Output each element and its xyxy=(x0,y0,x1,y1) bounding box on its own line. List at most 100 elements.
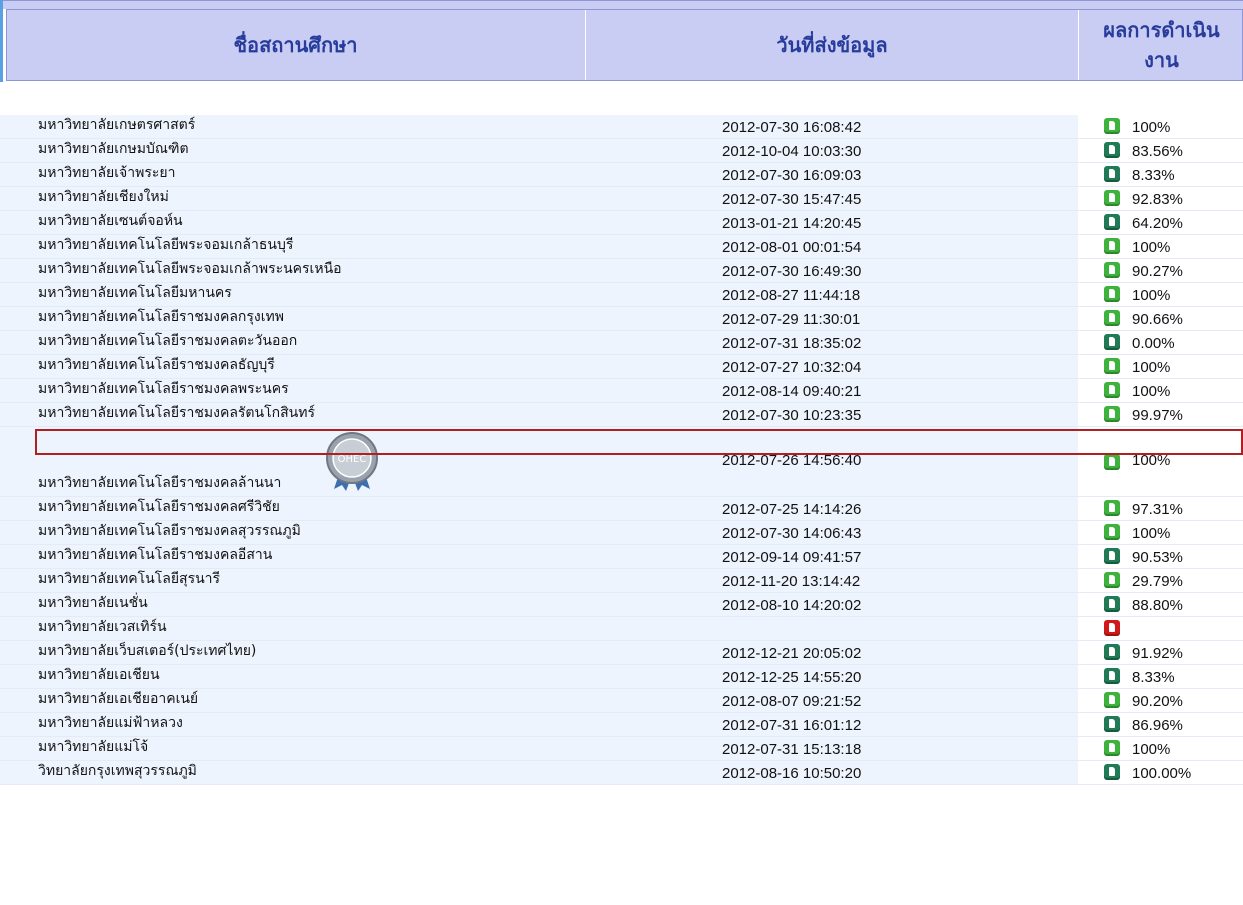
result-percent: 0.00% xyxy=(1132,335,1175,352)
send-date: 2012-07-31 18:35:02 xyxy=(722,335,862,352)
table-row: มหาวิทยาลัยเทคโนโลยีพระจอมเกล้าธนบุรี 201… xyxy=(0,235,1243,259)
status-green-icon[interactable] xyxy=(1104,382,1120,398)
send-date: 2012-07-26 14:56:40 xyxy=(722,452,862,469)
send-date: 2012-12-25 14:55:20 xyxy=(722,669,862,686)
send-date: 2012-07-30 14:06:43 xyxy=(722,525,862,542)
status-teal-icon[interactable] xyxy=(1104,716,1120,732)
institution-name[interactable]: มหาวิทยาลัยเอเชียน xyxy=(38,664,160,686)
status-green-icon[interactable] xyxy=(1104,286,1120,302)
header-result-label: ผลการดำเนินงาน xyxy=(1103,18,1220,72)
send-date: 2012-12-21 20:05:02 xyxy=(722,645,862,662)
institution-name[interactable]: มหาวิทยาลัยเทคโนโลยีสุรนารี xyxy=(38,568,220,590)
page-heading-strip xyxy=(0,0,1243,9)
institution-name[interactable]: มหาวิทยาลัยเกษตรศาสตร์ xyxy=(38,114,195,136)
result-percent: 64.20% xyxy=(1132,215,1183,232)
institution-name[interactable]: มหาวิทยาลัยเทคโนโลยีราชมงคลธัญบุรี xyxy=(38,354,275,376)
svg-text:OHEC: OHEC xyxy=(338,454,367,465)
status-green-icon[interactable] xyxy=(1104,238,1120,254)
institution-name[interactable]: มหาวิทยาลัยเทคโนโลยีราชมงคลรัตนโกสินทร์ xyxy=(38,402,315,424)
table-row: มหาวิทยาลัยเว็บสเตอร์(ประเทศไทย) 2012-12-… xyxy=(0,641,1243,665)
institution-name[interactable]: มหาวิทยาลัยเทคโนโลยีราชมงคลตะวันออก xyxy=(38,330,297,352)
institution-name[interactable]: มหาวิทยาลัยเจ้าพระยา xyxy=(38,162,175,184)
institution-name[interactable]: มหาวิทยาลัยเซนต์จอห์น xyxy=(38,210,183,232)
result-percent: 100% xyxy=(1132,359,1171,376)
institution-name[interactable]: มหาวิทยาลัยเอเชียอาคเนย์ xyxy=(38,688,198,710)
status-teal-icon[interactable] xyxy=(1104,764,1120,780)
status-green-icon[interactable] xyxy=(1104,358,1120,374)
header-institution: ชื่อสถานศึกษา xyxy=(233,33,358,57)
status-green-icon[interactable] xyxy=(1104,406,1120,422)
institution-name[interactable]: มหาวิทยาลัยเทคโนโลยีมหานคร xyxy=(38,282,232,304)
status-green-icon[interactable] xyxy=(1104,118,1120,134)
institution-name[interactable]: มหาวิทยาลัยเกษมบัณฑิต xyxy=(38,138,189,160)
send-date: 2012-07-25 14:14:26 xyxy=(722,501,862,518)
status-teal-icon[interactable] xyxy=(1104,668,1120,684)
institution-name[interactable]: มหาวิทยาลัยเทคโนโลยีราชมงคลพระนคร xyxy=(38,378,289,400)
status-green-icon[interactable] xyxy=(1104,740,1120,756)
institution-name[interactable]: มหาวิทยาลัยเทคโนโลยีราชมงคลศรีวิชัย xyxy=(38,496,280,518)
send-date: 2012-08-27 11:44:18 xyxy=(722,287,861,304)
status-teal-icon[interactable] xyxy=(1104,214,1120,230)
status-red-icon[interactable] xyxy=(1104,620,1120,636)
result-percent: 100% xyxy=(1132,119,1171,136)
status-teal-icon[interactable] xyxy=(1104,334,1120,350)
status-green-icon[interactable] xyxy=(1104,692,1120,708)
institution-name[interactable]: มหาวิทยาลัยเทคโนโลยีราชมงคลล้านนา xyxy=(38,472,281,494)
table-row: วิทยาลัยกรุงเทพสุวรรณภูมิ 2012-08-16 10:5… xyxy=(0,761,1243,785)
status-teal-icon[interactable] xyxy=(1104,548,1120,564)
institution-name[interactable]: มหาวิทยาลัยแม่โจ้ xyxy=(38,736,148,758)
status-teal-icon[interactable] xyxy=(1104,644,1120,660)
institution-name[interactable]: มหาวิทยาลัยเวสเทิร์น xyxy=(38,616,167,638)
status-teal-icon[interactable] xyxy=(1104,142,1120,158)
status-green-icon[interactable] xyxy=(1104,454,1120,470)
table-row: มหาวิทยาลัยเกษมบัณฑิต 2012-10-04 10:03:30… xyxy=(0,139,1243,163)
send-date: 2013-01-21 14:20:45 xyxy=(722,215,862,232)
send-date: 2012-07-27 10:32:04 xyxy=(722,359,862,376)
send-date: 2012-07-30 16:09:03 xyxy=(722,167,862,184)
table-header: ชื่อสถานศึกษา วันที่ส่งข้อมูล ผลการดำเนิ… xyxy=(6,9,1243,81)
status-green-icon[interactable] xyxy=(1104,190,1120,206)
institution-name[interactable]: มหาวิทยาลัยเทคโนโลยีพระจอมเกล้าธนบุรี xyxy=(38,234,293,256)
result-percent: 100% xyxy=(1132,525,1171,542)
send-date: 2012-09-14 09:41:57 xyxy=(722,549,862,566)
table-row: มหาวิทยาลัยเทคโนโลยีราชมงคลพระนคร 2012-08… xyxy=(0,379,1243,403)
result-percent: 8.33% xyxy=(1132,167,1175,184)
institution-name[interactable]: วิทยาลัยกรุงเทพสุวรรณภูมิ xyxy=(38,760,197,782)
table-row: มหาวิทยาลัยเนชั่น 2012-08-10 14:20:02 88.8… xyxy=(0,593,1243,617)
send-date: 2012-07-30 15:47:45 xyxy=(722,191,862,208)
table-row: มหาวิทยาลัยเทคโนโลยีมหานคร 2012-08-27 11:… xyxy=(0,283,1243,307)
table-row: มหาวิทยาลัยเทคโนโลยีราชมงคลสุวรรณภูมิ 201… xyxy=(0,521,1243,545)
result-percent: 83.56% xyxy=(1132,143,1183,160)
institution-name[interactable]: มหาวิทยาลัยเทคโนโลยีราชมงคลกรุงเทพ xyxy=(38,306,284,328)
institution-name[interactable]: มหาวิทยาลัยเว็บสเตอร์(ประเทศไทย) xyxy=(38,640,256,662)
institution-name[interactable]: มหาวิทยาลัยเทคโนโลยีพระจอมเกล้าพระนครเหน… xyxy=(38,258,342,280)
send-date: 2012-11-20 13:14:42 xyxy=(722,573,861,590)
table-row: มหาวิทยาลัยเทคโนโลยีราชมงคลอีสาน 2012-09-… xyxy=(0,545,1243,569)
result-percent: 29.79% xyxy=(1132,573,1183,590)
send-date: 2012-07-30 16:49:30 xyxy=(722,263,862,280)
institution-name[interactable]: มหาวิทยาลัยเนชั่น xyxy=(38,592,148,614)
send-date: 2012-10-04 10:03:30 xyxy=(722,143,862,160)
result-percent: 91.92% xyxy=(1132,645,1183,662)
status-green-icon[interactable] xyxy=(1104,572,1120,588)
status-green-icon[interactable] xyxy=(1104,500,1120,516)
institution-name[interactable]: มหาวิทยาลัยเทคโนโลยีราชมงคลสุวรรณภูมิ xyxy=(38,520,301,542)
status-green-icon[interactable] xyxy=(1104,524,1120,540)
result-percent: 97.31% xyxy=(1132,501,1183,518)
institution-name[interactable]: มหาวิทยาลัยเชียงใหม่ xyxy=(38,186,169,208)
status-green-icon[interactable] xyxy=(1104,310,1120,326)
status-teal-icon[interactable] xyxy=(1104,166,1120,182)
result-percent: 100% xyxy=(1132,383,1171,400)
status-green-icon[interactable] xyxy=(1104,262,1120,278)
status-cell xyxy=(1078,617,1243,640)
result-percent: 90.27% xyxy=(1132,263,1183,280)
ohec-seal-icon: OHEC xyxy=(326,432,378,491)
institution-name[interactable]: มหาวิทยาลัยเทคโนโลยีราชมงคลอีสาน xyxy=(38,544,272,566)
table-row: มหาวิทยาลัยเทคโนโลยีราชมงคลศรีวิชัย 2012-… xyxy=(0,497,1243,521)
send-date: 2012-08-07 09:21:52 xyxy=(722,693,862,710)
status-teal-icon[interactable] xyxy=(1104,596,1120,612)
institution-name[interactable]: มหาวิทยาลัยแม่ฟ้าหลวง xyxy=(38,712,183,734)
result-percent: 90.53% xyxy=(1132,549,1183,566)
result-percent: 100% xyxy=(1132,287,1171,304)
table-row: มหาวิทยาลัยเจ้าพระยา 2012-07-30 16:09:03 8… xyxy=(0,163,1243,187)
